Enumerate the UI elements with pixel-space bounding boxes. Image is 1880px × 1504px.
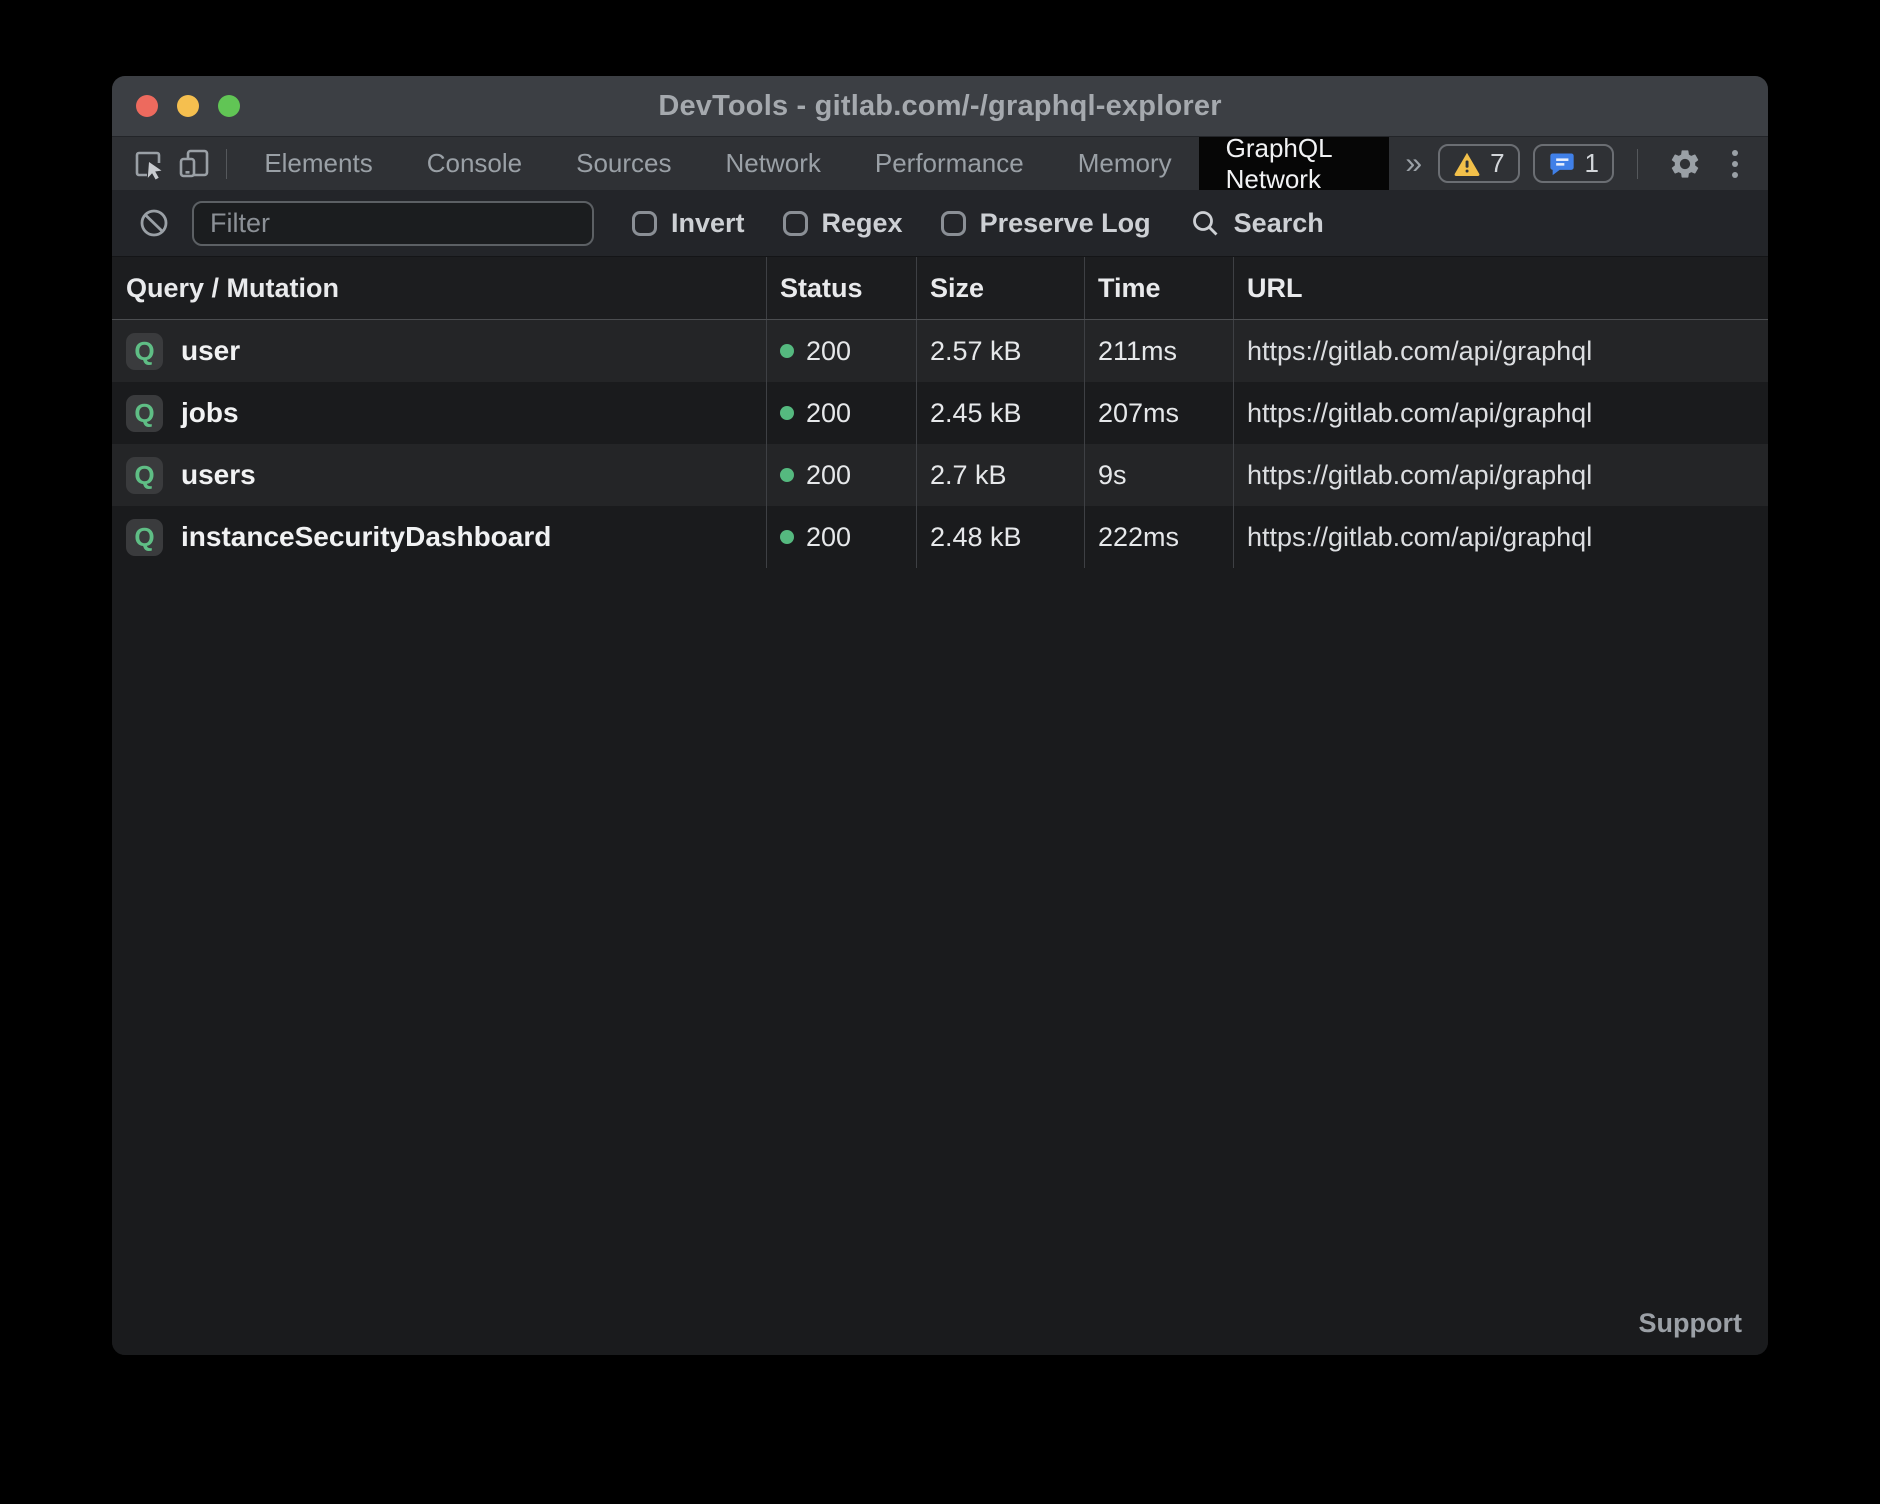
warnings-count: 7 <box>1490 148 1504 179</box>
toggle-device-toolbar-button[interactable] <box>171 137 216 190</box>
column-header-time[interactable]: Time <box>1084 257 1233 319</box>
regex-checkbox-group[interactable]: Regex <box>783 208 903 239</box>
query-name: users <box>181 459 256 491</box>
regex-checkbox[interactable] <box>783 211 808 236</box>
devtools-toolbar: Elements Console Sources Network Perform… <box>112 137 1768 190</box>
status-cell: 200 <box>766 382 916 444</box>
traffic-lights <box>136 76 240 136</box>
url-cell: https://gitlab.com/api/graphql <box>1233 444 1768 506</box>
query-cell: Q jobs <box>112 382 766 444</box>
filter-input[interactable] <box>192 201 594 246</box>
status-cell: 200 <box>766 506 916 568</box>
kebab-dot <box>1732 150 1738 156</box>
size-cell: 2.48 kB <box>916 506 1084 568</box>
query-type-badge: Q <box>126 395 163 432</box>
query-cell: Q instanceSecurityDashboard <box>112 506 766 568</box>
query-name: jobs <box>181 397 239 429</box>
block-icon[interactable] <box>138 207 170 239</box>
table-row[interactable]: Q jobs 200 2.45 kB 207ms https://gitlab.… <box>112 382 1768 444</box>
warning-triangle-icon <box>1453 150 1481 178</box>
url-cell: https://gitlab.com/api/graphql <box>1233 320 1768 382</box>
query-cell: Q user <box>112 320 766 382</box>
status-dot <box>780 468 794 482</box>
table-row[interactable]: Q instanceSecurityDashboard 200 2.48 kB … <box>112 506 1768 568</box>
table-row[interactable]: Q user 200 2.57 kB 211ms https://gitlab.… <box>112 320 1768 382</box>
search-label: Search <box>1234 208 1324 239</box>
tab-performance[interactable]: Performance <box>848 137 1051 190</box>
status-code: 200 <box>806 398 851 429</box>
status-code: 200 <box>806 460 851 491</box>
status-cell: 200 <box>766 444 916 506</box>
url-cell: https://gitlab.com/api/graphql <box>1233 382 1768 444</box>
invert-label: Invert <box>671 208 745 239</box>
time-cell: 9s <box>1084 444 1233 506</box>
search-button[interactable]: Search <box>1189 207 1324 239</box>
toolbar-divider <box>226 149 227 179</box>
status-dot <box>780 406 794 420</box>
search-icon <box>1189 207 1221 239</box>
more-tabs-button[interactable]: » <box>1389 137 1438 190</box>
kebab-dot <box>1732 172 1738 178</box>
preserve-log-checkbox-group[interactable]: Preserve Log <box>941 208 1151 239</box>
column-header-status[interactable]: Status <box>766 257 916 319</box>
table-header: Query / Mutation Status Size Time URL <box>112 257 1768 320</box>
inspect-cursor-icon <box>131 146 167 182</box>
tab-network[interactable]: Network <box>699 137 848 190</box>
status-code: 200 <box>806 522 851 553</box>
device-toolbar-icon <box>176 146 212 182</box>
tab-elements[interactable]: Elements <box>237 137 399 190</box>
query-type-badge: Q <box>126 457 163 494</box>
preserve-log-checkbox[interactable] <box>941 211 966 236</box>
issues-count: 1 <box>1585 148 1599 179</box>
message-bubble-icon <box>1548 150 1576 178</box>
close-window-button[interactable] <box>136 95 158 117</box>
invert-checkbox-group[interactable]: Invert <box>632 208 745 239</box>
size-cell: 2.45 kB <box>916 382 1084 444</box>
column-header-url[interactable]: URL <box>1233 257 1768 319</box>
time-cell: 207ms <box>1084 382 1233 444</box>
tab-sources[interactable]: Sources <box>549 137 698 190</box>
size-cell: 2.7 kB <box>916 444 1084 506</box>
toolbar-right-divider <box>1637 149 1638 179</box>
status-cell: 200 <box>766 320 916 382</box>
size-cell: 2.57 kB <box>916 320 1084 382</box>
invert-checkbox[interactable] <box>632 211 657 236</box>
settings-button[interactable] <box>1661 147 1709 181</box>
panel-tabs: Elements Console Sources Network Perform… <box>237 137 1389 190</box>
window-title: DevTools - gitlab.com/-/graphql-explorer <box>658 90 1221 123</box>
query-cell: Q users <box>112 444 766 506</box>
title-bar: DevTools - gitlab.com/-/graphql-explorer <box>112 76 1768 137</box>
url-cell: https://gitlab.com/api/graphql <box>1233 506 1768 568</box>
tab-memory[interactable]: Memory <box>1051 137 1199 190</box>
status-dot <box>780 530 794 544</box>
warnings-badge[interactable]: 7 <box>1438 144 1519 183</box>
tab-console[interactable]: Console <box>400 137 549 190</box>
inspect-element-button[interactable] <box>126 137 171 190</box>
gear-icon <box>1668 147 1702 181</box>
zoom-window-button[interactable] <box>218 95 240 117</box>
query-name: instanceSecurityDashboard <box>181 521 551 553</box>
column-header-query-mutation[interactable]: Query / Mutation <box>112 257 766 319</box>
devtools-window: DevTools - gitlab.com/-/graphql-explorer… <box>112 76 1768 1355</box>
query-type-badge: Q <box>126 333 163 370</box>
status-dot <box>780 344 794 358</box>
support-link[interactable]: Support <box>1639 1308 1742 1339</box>
query-name: user <box>181 335 240 367</box>
status-code: 200 <box>806 336 851 367</box>
toolbar-right-controls: 7 1 <box>1438 137 1768 190</box>
kebab-dot <box>1732 161 1738 167</box>
preserve-log-label: Preserve Log <box>980 208 1151 239</box>
query-type-badge: Q <box>126 519 163 556</box>
minimize-window-button[interactable] <box>177 95 199 117</box>
time-cell: 222ms <box>1084 506 1233 568</box>
time-cell: 211ms <box>1084 320 1233 382</box>
table-empty-area: Support <box>112 568 1768 1355</box>
regex-label: Regex <box>822 208 903 239</box>
filter-bar: Invert Regex Preserve Log Search <box>112 190 1768 257</box>
column-header-size[interactable]: Size <box>916 257 1084 319</box>
table-row[interactable]: Q users 200 2.7 kB 9s https://gitlab.com… <box>112 444 1768 506</box>
more-options-button[interactable] <box>1722 150 1748 178</box>
tab-graphql-network[interactable]: GraphQL Network <box>1199 137 1390 190</box>
issues-badge[interactable]: 1 <box>1533 144 1614 183</box>
